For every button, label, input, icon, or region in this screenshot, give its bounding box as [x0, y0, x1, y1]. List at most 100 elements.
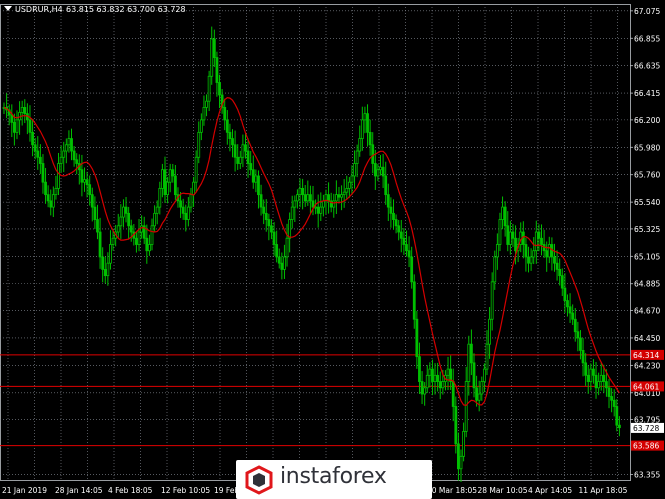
candle-body: [457, 443, 460, 470]
candle-body: [293, 200, 297, 208]
time-tick-label: 20 Mar 18:05: [427, 486, 477, 495]
candle-body: [51, 194, 55, 208]
candle-body: [275, 244, 279, 258]
candle-body: [553, 256, 556, 264]
candle-body: [119, 216, 123, 227]
price-tick-label: 64.450: [634, 334, 660, 343]
candle-body: [566, 300, 569, 308]
candle-body: [166, 181, 169, 196]
price-tick-label: 65.105: [634, 252, 660, 261]
price-tick-label: 67.075: [634, 7, 660, 16]
logo-text: instaforex: [280, 464, 387, 489]
candle-body: [459, 455, 463, 470]
candle-body: [158, 188, 162, 208]
candle-body: [163, 169, 167, 196]
candle-body: [210, 38, 214, 77]
price-tick-label: 65.325: [634, 225, 660, 234]
candle-body: [303, 194, 307, 202]
candle-body: [498, 219, 502, 245]
candle-body: [264, 212, 268, 220]
candle-body: [311, 200, 315, 208]
candle-body: [168, 169, 172, 183]
candle-body: [218, 82, 221, 96]
candle-body: [584, 362, 588, 376]
candle-body: [129, 225, 133, 233]
candle-body: [49, 200, 53, 208]
candle-body: [277, 256, 281, 264]
candle-body: [31, 131, 34, 146]
candle-body: [150, 225, 154, 245]
candle-body: [244, 144, 247, 152]
candle-body: [72, 150, 76, 161]
candle-body: [618, 424, 621, 429]
candle-body: [454, 406, 458, 445]
candle-body: [288, 219, 292, 239]
candle-body: [612, 399, 616, 407]
candle-body: [57, 163, 60, 189]
instaforex-logo: instaforex: [236, 460, 432, 499]
candle-body: [46, 194, 50, 202]
time-tick-label: 4 Feb 18:05: [108, 486, 153, 495]
candle-body: [106, 262, 110, 277]
candle-body: [607, 387, 611, 397]
candle-body: [410, 256, 414, 283]
candle-body: [482, 368, 486, 382]
candle-body: [267, 219, 271, 227]
candle-body: [38, 156, 42, 164]
price-tick-label: 64.885: [634, 280, 660, 289]
candle-body: [462, 431, 466, 457]
candle-body: [568, 306, 572, 314]
candle-body: [249, 163, 253, 171]
candle-body: [231, 138, 234, 146]
candle-body: [586, 374, 590, 382]
candle-body: [433, 374, 437, 382]
candle-body: [236, 156, 240, 164]
candle-body: [70, 138, 73, 152]
candle-body: [576, 331, 580, 339]
candle-body: [135, 237, 138, 245]
chart-header: USDRUR,H4 63.815 63.832 63.700 63.728: [4, 5, 186, 14]
candle-body: [592, 368, 595, 376]
candle-body: [179, 200, 182, 208]
candle-body: [62, 150, 66, 158]
candle-body: [545, 250, 549, 258]
candle-body: [402, 237, 406, 245]
time-tick-label: 4 Apr 14:05: [528, 486, 572, 495]
candle-body: [353, 163, 356, 177]
candle-body: [428, 368, 432, 376]
candle-body: [490, 281, 494, 320]
candle-body: [436, 374, 440, 382]
candle-body: [259, 194, 263, 208]
candle-body: [399, 231, 403, 239]
candle-body: [493, 256, 497, 283]
candle-body: [579, 337, 582, 351]
candle-body: [366, 113, 369, 133]
candle-body: [415, 318, 419, 358]
candle-body: [563, 287, 567, 301]
candle-body: [290, 206, 294, 220]
candle-body: [296, 194, 299, 202]
candle-body: [371, 144, 375, 164]
candle-body: [337, 194, 341, 198]
candle-body: [28, 119, 32, 133]
candle-body: [15, 119, 19, 133]
candle-body: [233, 144, 237, 158]
candle-body: [615, 406, 619, 426]
instaforex-logo-icon: [245, 465, 273, 495]
candle-body: [472, 362, 476, 389]
candle-body: [605, 381, 608, 389]
candle-body: [412, 281, 416, 320]
candle-body: [527, 256, 530, 264]
candle-body: [23, 107, 27, 115]
candle-body: [480, 381, 484, 395]
candle-body: [20, 107, 24, 113]
candle-body: [368, 131, 372, 146]
candle-body: [272, 231, 276, 245]
candle-body: [122, 206, 125, 218]
candle-body: [199, 119, 203, 133]
candle-body: [301, 188, 305, 196]
candle-body: [194, 156, 198, 183]
candle-body: [589, 368, 593, 382]
candle-body: [511, 231, 515, 239]
candle-body: [581, 350, 585, 364]
